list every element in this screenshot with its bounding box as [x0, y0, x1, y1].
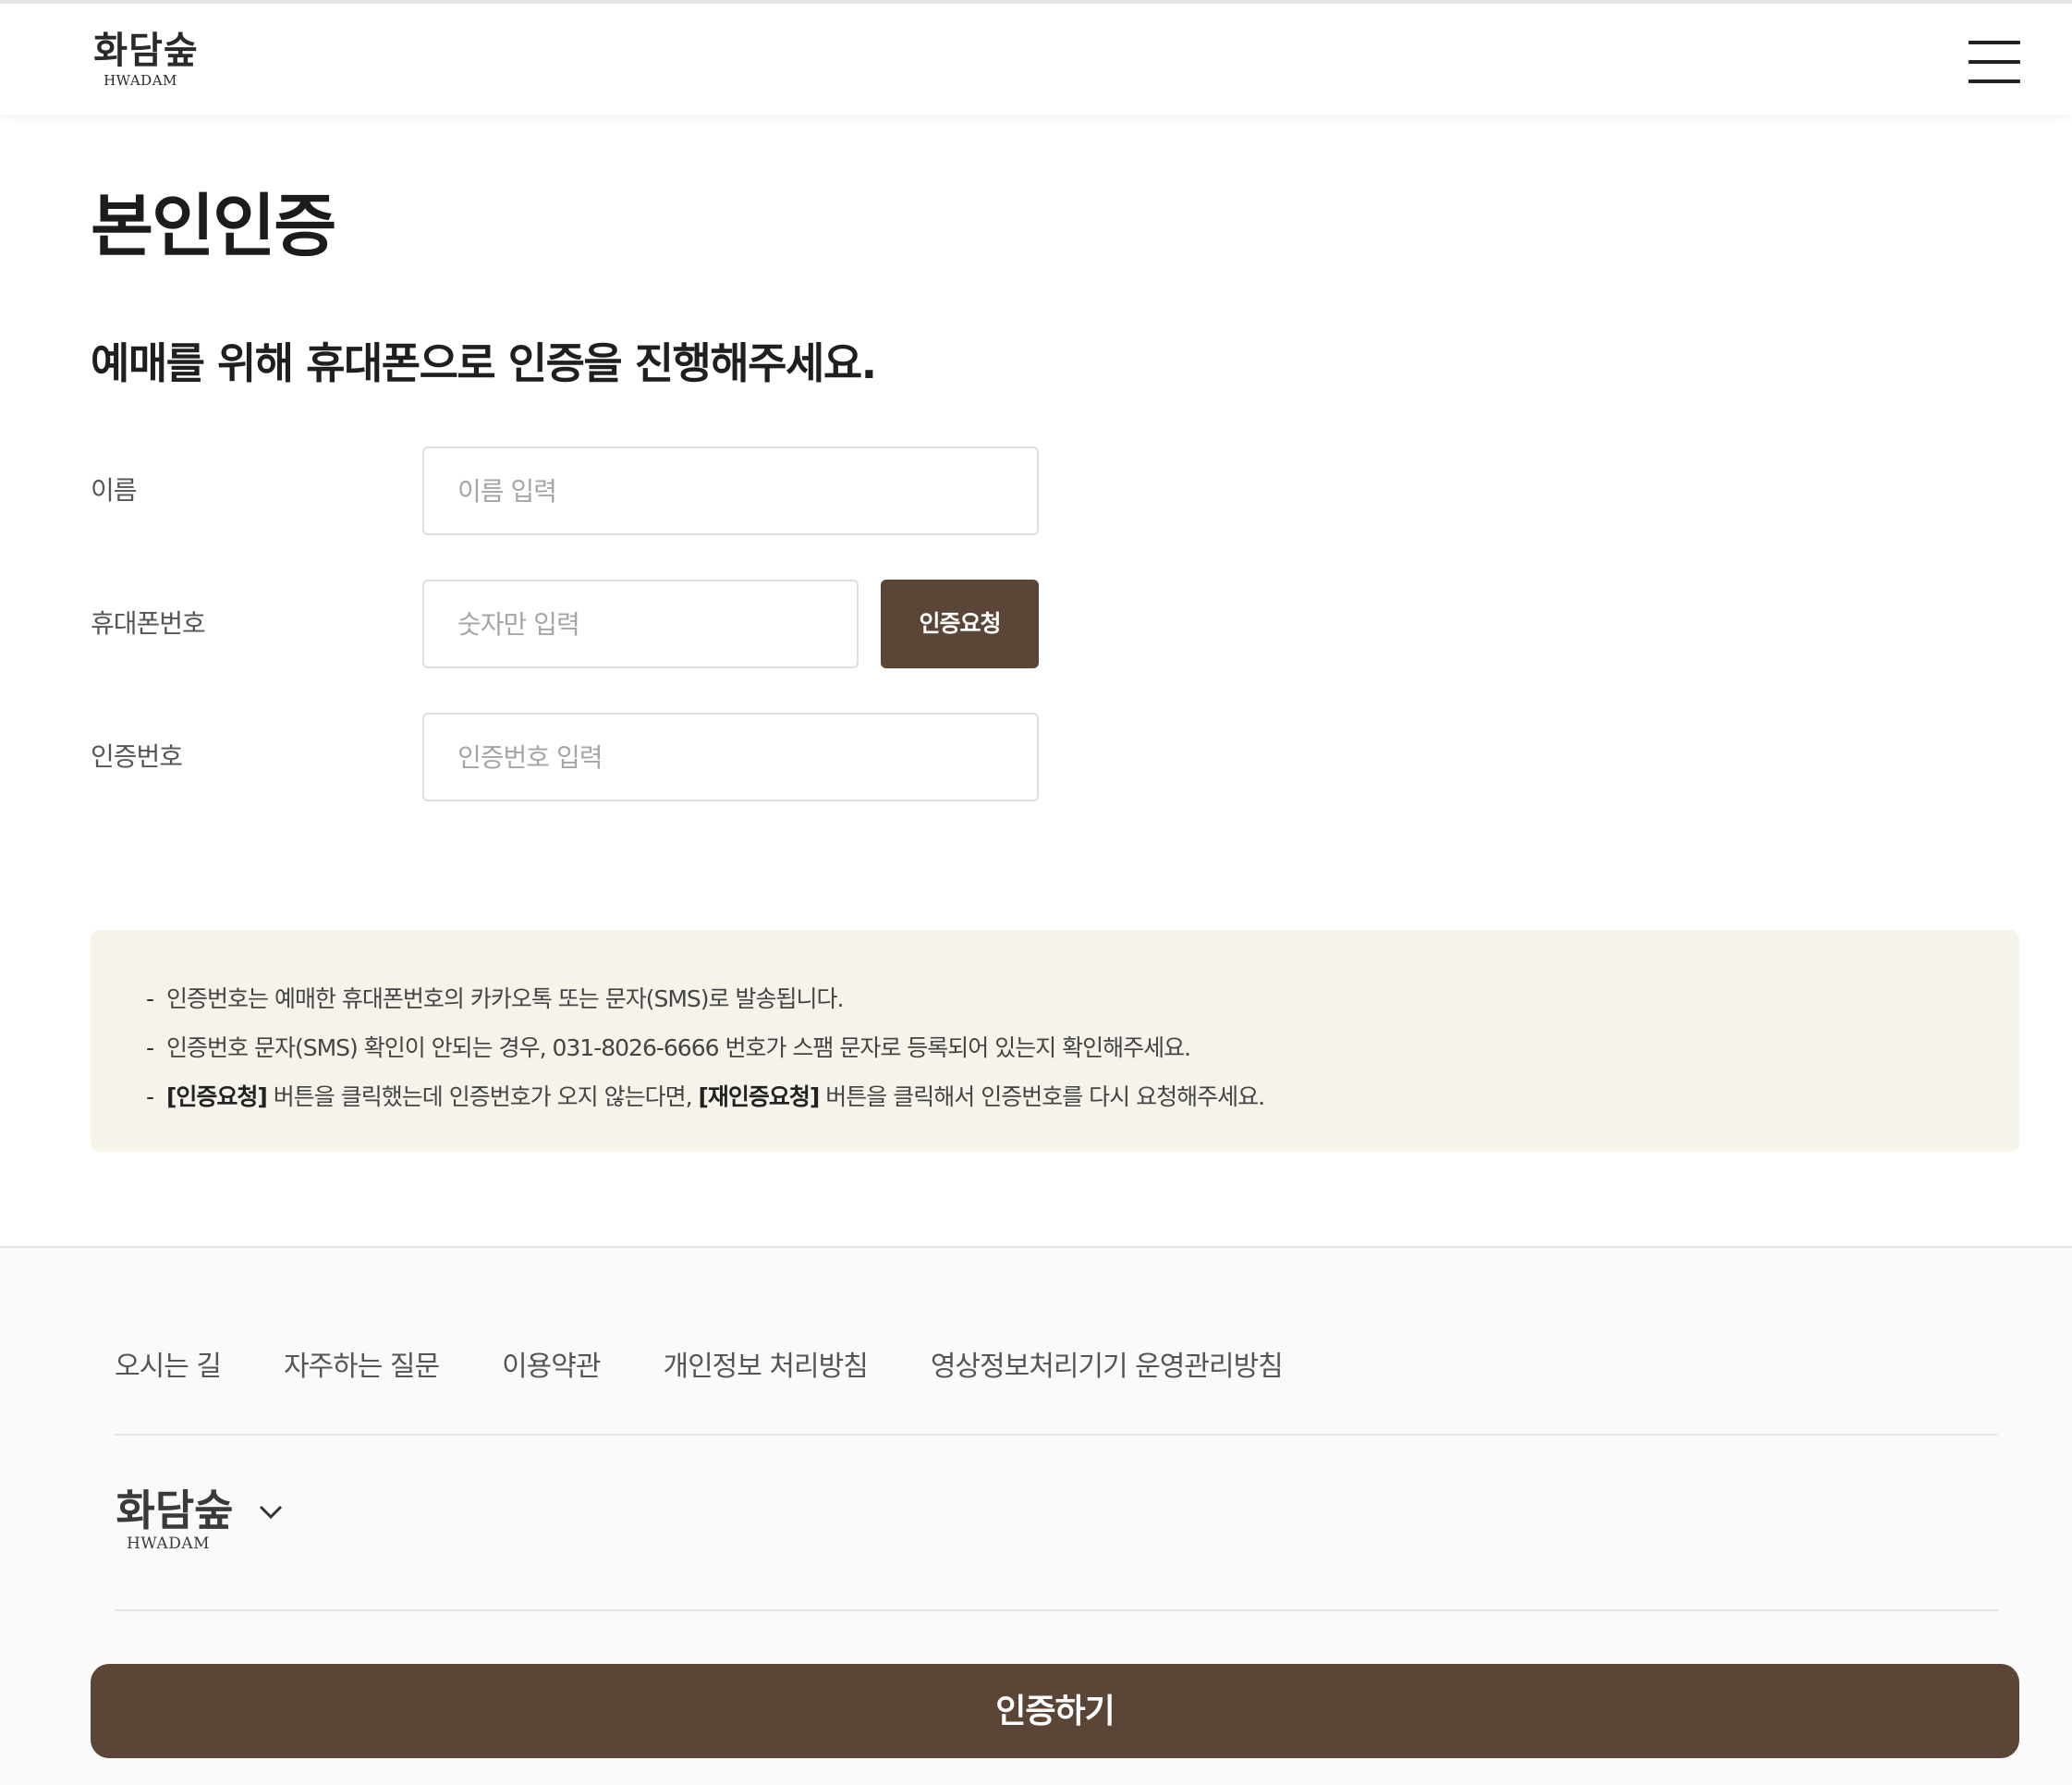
verify-submit-button[interactable]: 인증하기: [91, 1664, 2019, 1758]
bullet-dash: -: [146, 1034, 154, 1061]
page: 화담숲 HWADAM 본인인증 예매를 위해 휴대폰으로 인증을 진행해주세요.…: [0, 0, 2072, 1785]
footer-logo-english: HWADAM: [126, 1534, 211, 1553]
phone-input[interactable]: [422, 580, 859, 668]
notice-bold-request: [인증요청]: [166, 1083, 268, 1110]
name-input[interactable]: [422, 446, 1039, 535]
notice-line: - 인증번호 문자(SMS) 확인이 안되는 경우, 031-8026-6666…: [146, 1023, 2019, 1072]
notice-text: 인증번호 문자(SMS) 확인이 안되는 경우, 031-8026-6666 번…: [166, 1034, 1191, 1061]
logo-korean: 화담숲: [93, 29, 199, 72]
notice-box: - 인증번호는 예매한 휴대폰번호의 카카오톡 또는 문자(SMS)로 발송됩니…: [91, 930, 2019, 1152]
menu-bar: [1968, 41, 2020, 44]
page-title: 본인인증: [91, 187, 336, 266]
verification-code-input[interactable]: [422, 713, 1039, 801]
divider: [115, 1434, 1998, 1436]
notice-text-end: 버튼을 클릭해서 인증번호를 다시 요청해주세요.: [819, 1083, 1265, 1110]
logo-english: HWADAM: [104, 72, 177, 89]
request-verification-button[interactable]: 인증요청: [881, 580, 1039, 668]
notice-text: [인증요청] 버튼을 클릭했는데 인증번호가 오지 않는다면, [재인증요청] …: [166, 1072, 1265, 1121]
code-label: 인증번호: [91, 741, 183, 772]
notice-text-mid: 버튼을 클릭했는데 인증번호가 오지 않는다면,: [266, 1083, 699, 1110]
notice-bold-rerequest: [재인증요청]: [698, 1083, 821, 1110]
phone-label: 휴대폰번호: [91, 608, 206, 639]
site-header: 화담숲 HWADAM: [0, 4, 2072, 115]
footer-link-terms[interactable]: 이용약관: [502, 1348, 601, 1387]
divider: [115, 1609, 1998, 1611]
bullet-dash: -: [146, 985, 154, 1012]
notice-text: 인증번호는 예매한 휴대폰번호의 카카오톡 또는 문자(SMS)로 발송됩니다.: [166, 985, 844, 1012]
footer-logo: 화담숲 HWADAM: [115, 1486, 235, 1553]
logo[interactable]: 화담숲 HWADAM: [91, 29, 201, 90]
page-subtitle: 예매를 위해 휴대폰으로 인증을 진행해주세요.: [91, 338, 877, 388]
footer-link-directions[interactable]: 오시는 길: [115, 1348, 222, 1387]
name-label: 이름: [91, 475, 138, 506]
footer-link-cctv-policy[interactable]: 영상정보처리기기 운영관리방침: [931, 1348, 1284, 1387]
footer-nav: 오시는 길 자주하는 질문 이용약관 개인정보 처리방침 영상정보처리기기 운영…: [115, 1348, 1346, 1387]
menu-bar: [1968, 79, 2020, 83]
footer-link-privacy[interactable]: 개인정보 처리방침: [663, 1348, 868, 1387]
footer-link-faq[interactable]: 자주하는 질문: [284, 1348, 440, 1387]
notice-line: - [인증요청] 버튼을 클릭했는데 인증번호가 오지 않는다면, [재인증요청…: [146, 1072, 2019, 1121]
chevron-down-icon[interactable]: [257, 1501, 285, 1523]
notice-line: - 인증번호는 예매한 휴대폰번호의 카카오톡 또는 문자(SMS)로 발송됩니…: [146, 974, 2019, 1023]
menu-bar: [1968, 60, 2020, 64]
hamburger-menu-icon[interactable]: [1968, 41, 2020, 85]
bullet-dash: -: [146, 1083, 154, 1110]
footer-logo-korean: 화담숲: [116, 1485, 234, 1535]
